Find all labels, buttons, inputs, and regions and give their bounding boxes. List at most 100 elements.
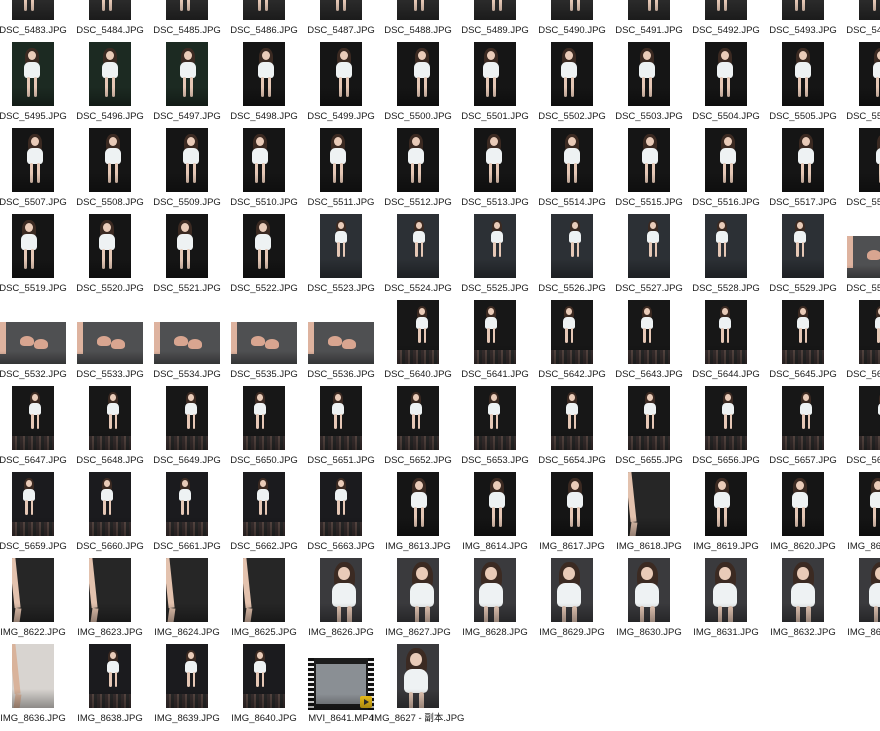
image-thumbnail[interactable] [397,386,439,450]
image-thumbnail[interactable] [12,0,54,20]
file-item[interactable]: DSC_5504.JPG [688,42,764,128]
image-thumbnail[interactable] [243,0,285,20]
image-thumbnail[interactable] [628,128,670,192]
file-item[interactable]: DSC_5661.JPG [149,472,225,558]
file-item[interactable]: DSC_5509.JPG [149,128,225,214]
image-thumbnail[interactable] [89,472,131,536]
file-item[interactable]: DSC_5529.JPG [765,214,841,300]
file-item[interactable]: DSC_5648.JPG [72,386,148,472]
file-item[interactable]: DSC_5521.JPG [149,214,225,300]
file-item[interactable]: MVI_8641.MP4 [303,644,379,730]
file-item[interactable]: DSC_5534.JPG [149,300,225,386]
image-thumbnail[interactable] [847,236,880,278]
image-thumbnail[interactable] [551,128,593,192]
file-item[interactable]: IMG_8633.JPG [842,558,880,644]
file-item[interactable]: DSC_5506.JPG [842,42,880,128]
file-item[interactable]: DSC_5651.JPG [303,386,379,472]
image-thumbnail[interactable] [551,386,593,450]
image-thumbnail[interactable] [166,558,208,622]
file-item[interactable]: DSC_5487.JPG [303,0,379,42]
file-item[interactable]: DSC_5532.JPG [0,300,71,386]
file-item[interactable]: DSC_5490.JPG [534,0,610,42]
file-item[interactable]: IMG_8640.JPG [226,644,302,730]
file-item[interactable]: DSC_5663.JPG [303,472,379,558]
file-item[interactable]: DSC_5528.JPG [688,214,764,300]
image-thumbnail[interactable] [243,128,285,192]
image-thumbnail[interactable] [89,558,131,622]
file-item[interactable]: DSC_5645.JPG [765,300,841,386]
image-thumbnail[interactable] [474,128,516,192]
image-thumbnail[interactable] [782,128,824,192]
file-item[interactable]: IMG_8628.JPG [457,558,533,644]
file-item[interactable]: DSC_5495.JPG [0,42,71,128]
image-thumbnail[interactable] [320,386,362,450]
file-item[interactable]: DSC_5485.JPG [149,0,225,42]
file-item[interactable]: IMG_8624.JPG [149,558,225,644]
image-thumbnail[interactable] [705,0,747,20]
file-item[interactable]: IMG_8627 - 副本.JPG [372,644,464,730]
image-thumbnail[interactable] [474,300,516,364]
file-item[interactable]: DSC_5657.JPG [765,386,841,472]
file-item[interactable]: DSC_5655.JPG [611,386,687,472]
image-thumbnail[interactable] [12,128,54,192]
image-thumbnail[interactable] [0,322,66,364]
file-item[interactable]: DSC_5511.JPG [303,128,379,214]
image-thumbnail[interactable] [859,128,880,192]
file-item[interactable]: DSC_5649.JPG [149,386,225,472]
image-thumbnail[interactable] [782,558,824,622]
image-thumbnail[interactable] [859,558,880,622]
image-thumbnail[interactable] [628,0,670,20]
image-thumbnail[interactable] [89,214,131,278]
image-thumbnail[interactable] [551,0,593,20]
file-item[interactable]: DSC_5492.JPG [688,0,764,42]
file-item[interactable]: IMG_8621.JPG [842,472,880,558]
file-item[interactable]: DSC_5535.JPG [226,300,302,386]
file-item[interactable]: DSC_5483.JPG [0,0,71,42]
image-thumbnail[interactable] [859,472,880,536]
image-thumbnail[interactable] [89,128,131,192]
image-thumbnail[interactable] [243,472,285,536]
image-thumbnail[interactable] [474,42,516,106]
file-item[interactable]: DSC_5507.JPG [0,128,71,214]
file-item[interactable]: IMG_8636.JPG [0,644,71,730]
file-item[interactable]: DSC_5486.JPG [226,0,302,42]
image-thumbnail[interactable] [12,472,54,536]
file-item[interactable]: IMG_8613.JPG [380,472,456,558]
image-thumbnail[interactable] [320,214,362,278]
image-thumbnail[interactable] [166,386,208,450]
image-thumbnail[interactable] [397,300,439,364]
file-item[interactable]: DSC_5498.JPG [226,42,302,128]
image-thumbnail[interactable] [474,472,516,536]
image-thumbnail[interactable] [397,472,439,536]
file-item[interactable]: DSC_5515.JPG [611,128,687,214]
file-item[interactable]: DSC_5536.JPG [303,300,379,386]
image-thumbnail[interactable] [628,42,670,106]
image-thumbnail[interactable] [705,386,747,450]
file-item[interactable]: IMG_8625.JPG [226,558,302,644]
file-item[interactable]: DSC_5642.JPG [534,300,610,386]
image-thumbnail[interactable] [705,214,747,278]
file-item[interactable]: DSC_5516.JPG [688,128,764,214]
file-item[interactable]: DSC_5517.JPG [765,128,841,214]
file-item[interactable]: IMG_8617.JPG [534,472,610,558]
file-item[interactable]: DSC_5641.JPG [457,300,533,386]
file-item[interactable]: IMG_8626.JPG [303,558,379,644]
file-item[interactable]: DSC_5654.JPG [534,386,610,472]
file-item[interactable]: IMG_8618.JPG [611,472,687,558]
file-item[interactable]: DSC_5533.JPG [72,300,148,386]
file-item[interactable]: DSC_5656.JPG [688,386,764,472]
image-thumbnail[interactable] [166,0,208,20]
file-item[interactable]: DSC_5514.JPG [534,128,610,214]
image-thumbnail[interactable] [243,386,285,450]
image-thumbnail[interactable] [308,322,374,364]
image-thumbnail[interactable] [320,558,362,622]
file-item[interactable]: DSC_5497.JPG [149,42,225,128]
file-item[interactable]: DSC_5512.JPG [380,128,456,214]
image-thumbnail[interactable] [320,128,362,192]
file-item[interactable]: IMG_8639.JPG [149,644,225,730]
file-item[interactable]: IMG_8623.JPG [72,558,148,644]
file-item[interactable]: IMG_8638.JPG [72,644,148,730]
file-item[interactable]: IMG_8627.JPG [380,558,456,644]
image-thumbnail[interactable] [89,386,131,450]
file-item[interactable]: DSC_5518.JPG [842,128,880,214]
